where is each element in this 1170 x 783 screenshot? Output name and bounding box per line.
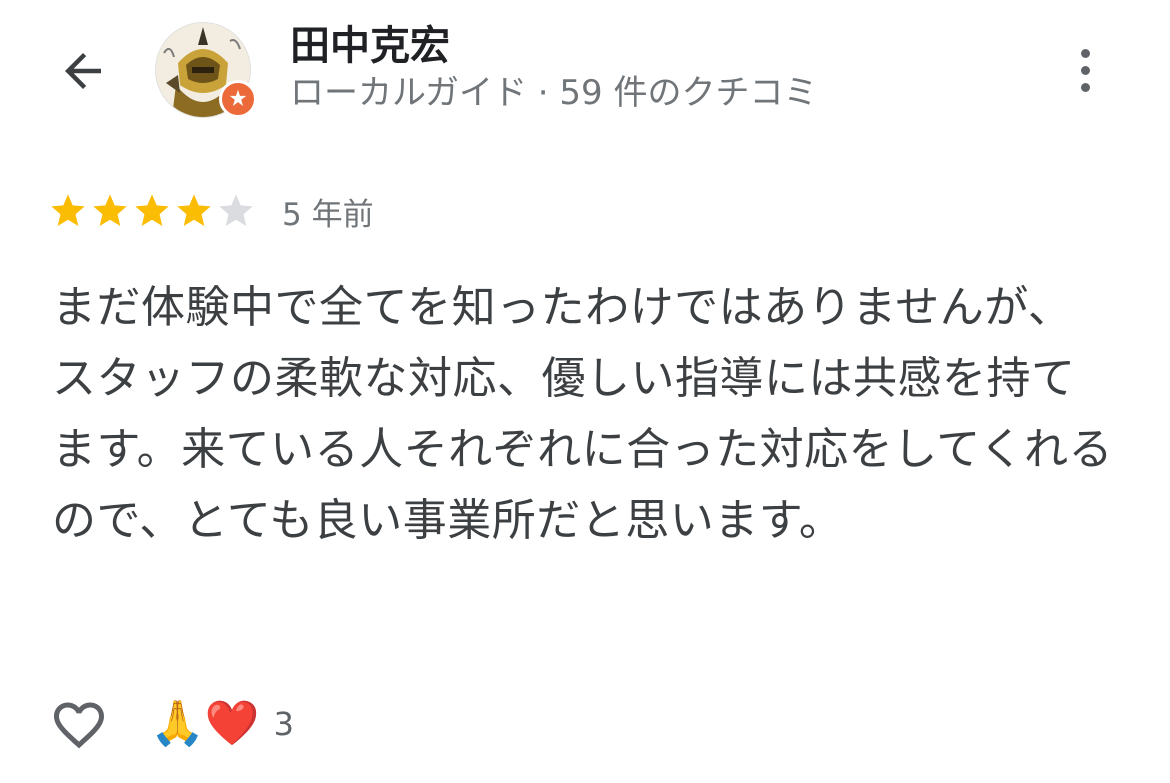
star-filled-icon	[177, 194, 211, 226]
more-options-button[interactable]	[1060, 42, 1110, 98]
star-filled-icon	[135, 194, 169, 226]
user-meta: ローカルガイド · 59 件のクチコミ	[290, 73, 818, 113]
more-vertical-icon	[1080, 48, 1090, 58]
more-vertical-icon-dot	[1080, 82, 1090, 92]
reaction-emojis: 🙏❤️	[150, 698, 260, 749]
star-empty-icon	[219, 194, 253, 226]
back-button[interactable]	[50, 38, 116, 104]
review-date: 5 年前	[282, 196, 374, 233]
star-rating	[48, 191, 256, 231]
star-filled-icon	[93, 194, 127, 226]
star-filled-icon	[51, 194, 85, 226]
like-button[interactable]	[44, 692, 114, 758]
avatar[interactable]	[155, 22, 257, 118]
heart-outline-icon	[54, 702, 104, 749]
more-vertical-icon-dot	[1080, 65, 1090, 75]
review-text: まだ体験中で全てを知ったわけではありませんが、スタッフの柔軟な対応、優しい指導に…	[52, 282, 1113, 546]
local-guide-star-icon	[229, 89, 247, 106]
rating-row: 5 年前	[48, 188, 374, 234]
reaction-count: 3	[273, 705, 294, 743]
reactions[interactable]: 🙏❤️ 3	[150, 696, 294, 752]
local-guide-badge	[219, 80, 257, 118]
user-name[interactable]: 田中克宏	[290, 20, 450, 72]
arrow-left-icon	[65, 53, 101, 89]
